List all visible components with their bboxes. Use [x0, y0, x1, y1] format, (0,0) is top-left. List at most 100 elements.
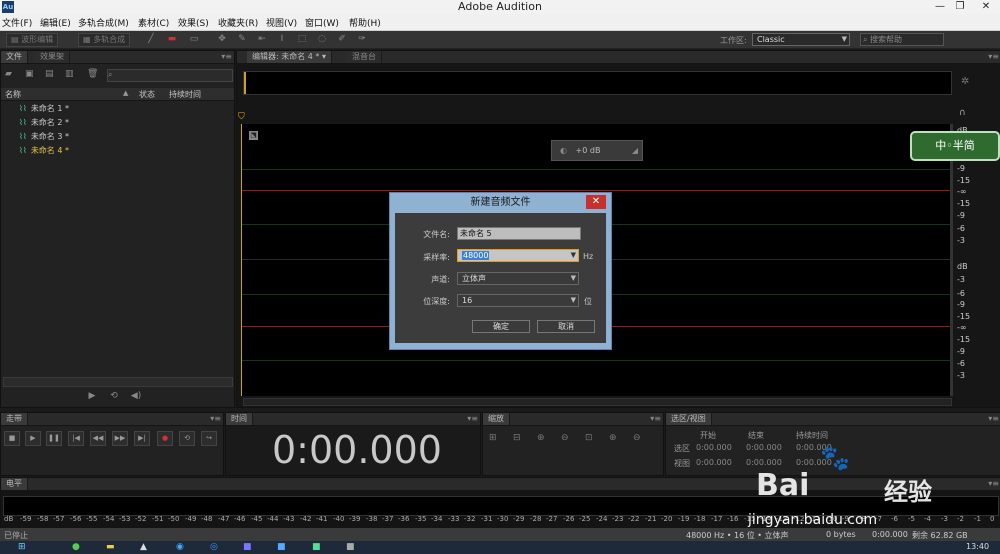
editor-scrollbar[interactable] — [243, 398, 952, 406]
time-selection-icon[interactable]: I — [276, 34, 288, 44]
taskbar-app-icon[interactable]: ● — [72, 542, 80, 552]
start-icon[interactable]: ⊞ — [18, 542, 26, 552]
multitrack-view-button[interactable]: ▦ 多轨合成 — [78, 33, 131, 47]
sort-icon[interactable]: ▲ — [123, 89, 128, 97]
list-item[interactable]: ⌇⌇ 未命名 3 * — [19, 130, 69, 143]
zoom-out-time-icon[interactable]: ⊖ — [561, 433, 569, 443]
cancel-button[interactable]: 取消 — [537, 320, 595, 333]
vertical-zoom-bar[interactable] — [950, 124, 953, 396]
help-search-input[interactable]: ⌕ 搜索帮助 — [860, 33, 944, 46]
gain-hud[interactable]: ◐ +0 dB ◢ — [551, 140, 643, 161]
list-item[interactable]: ⌇⌇ 未命名 4 * — [19, 144, 69, 157]
zoom-in-point-icon[interactable]: ⊕ — [609, 433, 617, 443]
stop-icon[interactable]: ■ — [4, 431, 20, 446]
column-name[interactable]: 名称 — [5, 89, 21, 100]
panel-menu-icon[interactable]: ▾≡ — [988, 413, 999, 425]
zoom-full-icon[interactable]: ⊡ — [585, 433, 593, 443]
restore-icon[interactable]: ❐ — [948, 0, 972, 14]
zoom-out-amplitude-icon[interactable]: ⊟ — [513, 433, 521, 443]
taskbar-app-icon[interactable]: ◎ — [210, 542, 218, 552]
overview-bar[interactable] — [243, 71, 952, 95]
brush-icon[interactable]: ✐ — [336, 34, 348, 44]
slip-tool-icon[interactable]: ⇤ — [256, 34, 268, 44]
close-icon[interactable]: ✕ — [974, 0, 998, 14]
spectral-frequency-icon[interactable]: ▬ — [166, 34, 178, 44]
playhead-icon[interactable]: ⛉ — [238, 112, 245, 122]
menu-clip[interactable]: 素材(C) — [138, 16, 169, 29]
razor-tool-icon[interactable]: ✎ — [236, 34, 248, 44]
column-status[interactable]: 状态 — [139, 89, 155, 100]
tab-files[interactable]: 文件 — [1, 51, 28, 63]
rewind-icon[interactable]: ◀◀ — [90, 431, 106, 446]
horizontal-scrollbar[interactable] — [3, 377, 233, 387]
view-start[interactable]: 0:00.000 — [696, 458, 732, 467]
volume-icon[interactable]: ◀) — [129, 391, 143, 403]
list-item[interactable]: ⌇⌇ 未命名 2 * — [19, 116, 69, 129]
tab-zoom[interactable]: 缩放 — [483, 413, 510, 425]
tab-time[interactable]: 时间 — [226, 413, 253, 425]
spectral-icon[interactable]: ╱ — [145, 34, 157, 44]
menu-window[interactable]: 窗口(W) — [305, 16, 339, 29]
waveform-view-button[interactable]: ▤ 波形编辑 — [6, 33, 59, 47]
column-duration[interactable]: 持续时间 — [169, 89, 201, 100]
zoom-in-time-icon[interactable]: ⊕ — [537, 433, 545, 443]
browser-icon[interactable]: ◉ — [176, 542, 184, 552]
menu-multitrack[interactable]: 多轨合成(M) — [78, 16, 129, 29]
go-to-start-icon[interactable]: |◀ — [68, 431, 84, 446]
panel-menu-icon[interactable]: ▾≡ — [467, 413, 478, 425]
channels-select[interactable]: 立体声 ▼ — [457, 272, 579, 285]
insert-icon[interactable]: ▥ — [65, 69, 74, 79]
menu-file[interactable]: 文件(F) — [2, 16, 32, 29]
menu-favorites[interactable]: 收藏夹(R) — [218, 16, 258, 29]
zoom-out-point-icon[interactable]: ⊖ — [633, 433, 641, 443]
menu-effects[interactable]: 效果(S) — [178, 16, 209, 29]
menu-help[interactable]: 帮助(H) — [349, 16, 381, 29]
lasso-icon[interactable]: ◌ — [316, 34, 328, 44]
fast-forward-icon[interactable]: ▶▶ — [112, 431, 128, 446]
list-item[interactable]: ⌇⌇ 未命名 1 * — [19, 102, 69, 115]
record-icon[interactable]: ● — [157, 431, 173, 446]
play-icon[interactable]: ▶ — [25, 431, 41, 446]
file-search-input[interactable]: ⌕ — [107, 69, 233, 82]
samplerate-select[interactable]: 48000 ▼ — [457, 249, 579, 262]
zoom-in-amplitude-icon[interactable]: ⊞ — [489, 433, 497, 443]
spectral-pitch-icon[interactable]: ▭ — [188, 34, 200, 44]
folder-icon[interactable]: ▬ — [106, 542, 115, 552]
delete-icon[interactable]: 🗑 — [87, 69, 98, 79]
selection-start[interactable]: 0:00.000 — [696, 443, 732, 452]
spot-heal-icon[interactable]: ✑ — [356, 34, 368, 44]
loop-icon[interactable]: ⟲ — [107, 391, 121, 403]
bitdepth-select[interactable]: 16 ▼ — [457, 294, 579, 307]
panel-menu-icon[interactable]: ▾≡ — [210, 413, 221, 425]
play-preview-icon[interactable]: ▶ — [85, 391, 99, 403]
marquee-icon[interactable]: ⬚ — [296, 34, 308, 44]
pause-icon[interactable]: ❚❚ — [46, 431, 62, 446]
import-icon[interactable]: ▣ — [25, 69, 34, 79]
skip-icon[interactable]: ↪ — [201, 431, 217, 446]
menu-view[interactable]: 视图(V) — [266, 16, 297, 29]
tab-transport[interactable]: 走带 — [1, 413, 28, 425]
zoom-overview-icon[interactable]: ✲ — [961, 76, 969, 87]
taskbar-app-icon[interactable]: ■ — [277, 542, 286, 552]
workspace-select[interactable]: Classic ▼ — [752, 33, 850, 46]
panel-menu-icon[interactable]: ▾≡ — [650, 413, 661, 425]
tab-effects-rack[interactable]: 效果架 — [35, 51, 70, 63]
close-icon[interactable]: ✕ — [586, 195, 606, 209]
tab-editor[interactable]: 编辑器: 未命名 4 * ▾ — [247, 51, 332, 63]
panel-menu-icon[interactable]: ▾≡ — [221, 51, 232, 63]
move-tool-icon[interactable]: ✥ — [216, 34, 228, 44]
menu-edit[interactable]: 编辑(E) — [40, 16, 71, 29]
filename-input[interactable]: 未命名 5 — [457, 227, 581, 240]
open-folder-icon[interactable]: ▰ — [5, 69, 12, 79]
ok-button[interactable]: 确定 — [472, 320, 530, 333]
tab-mixer[interactable]: 混音台 — [347, 51, 382, 63]
taskbar-app-icon[interactable]: ▲ — [140, 542, 147, 552]
loop-playback-icon[interactable]: ⟲ — [179, 431, 195, 446]
tab-levels[interactable]: 电平 — [1, 478, 28, 490]
go-to-end-icon[interactable]: ▶| — [134, 431, 150, 446]
headphones-icon[interactable]: ∩ — [959, 108, 966, 118]
hud-toggle-icon[interactable]: ⬔ — [249, 131, 258, 140]
panel-menu-icon[interactable]: ▾≡ — [988, 51, 999, 63]
taskbar-app-icon[interactable]: ■ — [243, 542, 252, 552]
tab-selection-view[interactable]: 选区/视图 — [666, 413, 712, 425]
